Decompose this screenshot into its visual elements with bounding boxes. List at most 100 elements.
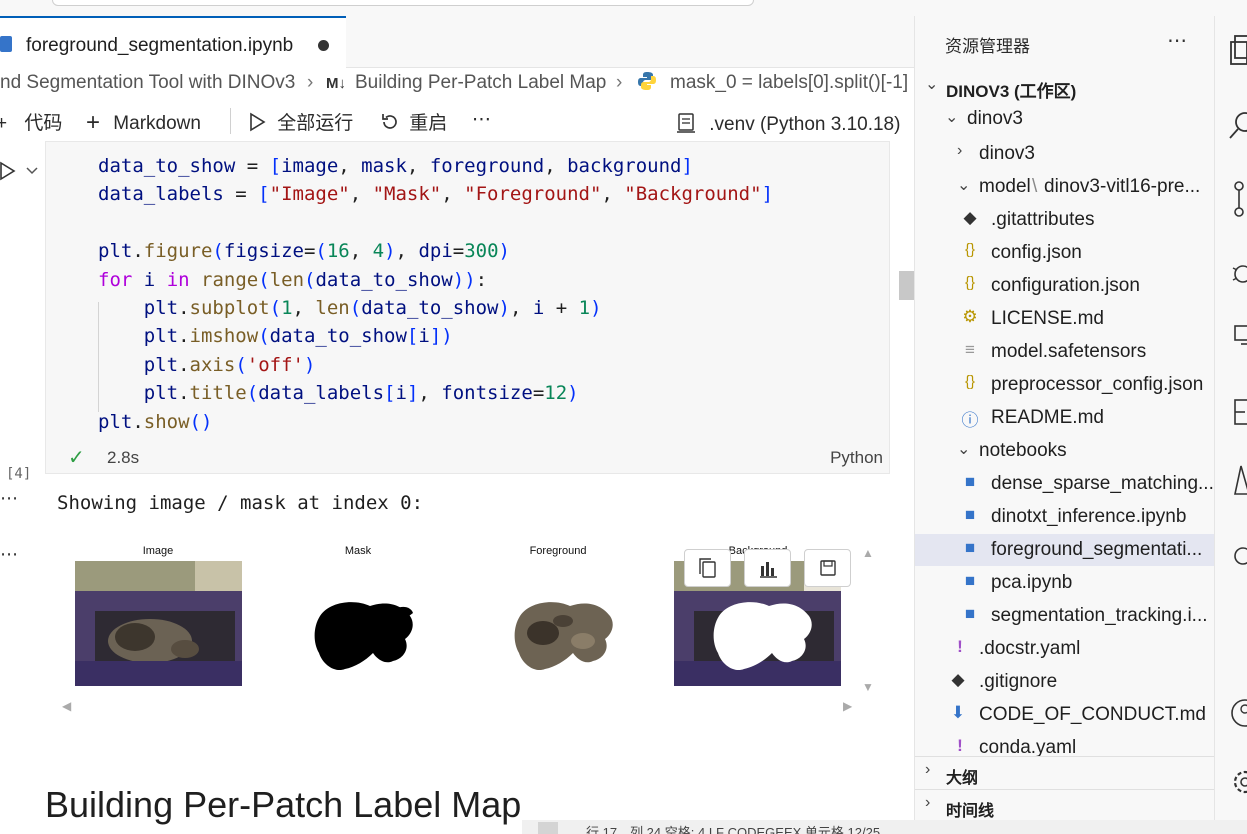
info-icon: ⓘ — [961, 411, 979, 430]
tree-item-file[interactable]: ⓘ README.md — [915, 402, 1214, 434]
cell-language[interactable]: Python — [830, 448, 883, 468]
chevron-down-icon: ⌄ — [957, 441, 971, 458]
output-image-original — [75, 561, 242, 686]
tree-item-label: dinov3 — [967, 108, 1023, 129]
tree-item-file[interactable]: {} preprocessor_config.json — [915, 369, 1214, 401]
tree-item-notebooks[interactable]: ⌄ notebooks — [915, 435, 1214, 467]
search-icon — [1229, 112, 1247, 139]
section-label: 大纲 — [946, 770, 979, 787]
chevron-down-icon: ⌄ — [945, 109, 959, 126]
tree-item-file[interactable]: ! .docstr.yaml — [915, 633, 1214, 665]
status-bar-text[interactable]: 行 17，列 24 空格: 4 LF CODEGEEX 单元格 12/25 — [586, 822, 880, 834]
kernel-icon — [676, 113, 701, 135]
tree-item-file[interactable]: ⬇ CODE_OF_CONDUCT.md — [915, 699, 1214, 731]
explorer-more-button[interactable]: ⋯ — [1167, 28, 1187, 53]
chevron-right-icon: › — [957, 142, 963, 159]
tree-item-dinov3[interactable]: › dinov3 — [915, 138, 1214, 170]
tree-item-label: model — [979, 176, 1031, 197]
tree-item-model[interactable]: ⌄ model \ dinov3-vitl16-pre... — [915, 171, 1214, 203]
title-bar — [0, 0, 1247, 16]
add-markdown-label: Markdown — [113, 113, 201, 134]
copy-icon — [699, 558, 716, 578]
run-all-label: 全部运行 — [277, 113, 354, 134]
save-output-button[interactable] — [804, 549, 851, 587]
settings-gear-icon — [1233, 770, 1247, 794]
output-menu-icon[interactable]: ⋯ — [0, 544, 19, 565]
tree-item-label: pca.ipynb — [991, 572, 1073, 593]
notebook-icon: ■ — [964, 505, 976, 524]
chevron-right-icon: › — [616, 72, 623, 93]
text-file-icon: ≡ — [965, 340, 975, 359]
run-all-icon — [248, 112, 273, 134]
output-actions — [684, 549, 852, 587]
run-all-button[interactable]: 全部运行 — [248, 108, 353, 135]
editor-scrollbar-thumb[interactable] — [899, 271, 914, 300]
tree-item-file[interactable]: ! conda.yaml — [915, 732, 1214, 756]
tree-item-workspace[interactable]: ⌄ DINOV3 (工作区) — [915, 70, 1214, 102]
run-cell-button[interactable] — [0, 161, 38, 181]
kernel-picker[interactable]: .venv (Python 3.10.18) — [676, 108, 900, 136]
scroll-right-icon[interactable]: ▶ — [843, 699, 852, 713]
code-editor[interactable]: data_to_show = [image, mask, foreground,… — [98, 152, 773, 436]
notebook-icon — [0, 36, 12, 52]
tree-item-label: model.safetensors — [991, 341, 1147, 362]
breadcrumb-item-section[interactable]: Building Per-Patch Label Map — [355, 72, 606, 94]
restart-button[interactable]: 重启 — [380, 108, 447, 135]
check-icon: ✓ — [68, 447, 85, 469]
tab-foreground-segmentation[interactable]: foreground_segmentation.ipynb — [0, 16, 346, 69]
tree-item-file-selected[interactable]: ■ foreground_segmentati... — [915, 534, 1214, 566]
tree-item-file[interactable]: ■ segmentation_tracking.i... — [915, 600, 1214, 632]
tree-item-file[interactable]: ◆ .gitattributes — [915, 204, 1214, 236]
tree-item-file[interactable]: {} config.json — [915, 237, 1214, 269]
tree-item-label: conda.yaml — [979, 737, 1077, 756]
tree-item-label: .gitignore — [979, 671, 1058, 692]
chevron-down-icon: ⌄ — [957, 177, 971, 194]
tree-item-label: dinov3 — [979, 143, 1035, 164]
unsaved-dot-icon[interactable] — [318, 40, 329, 51]
tree-item-dinov3-root[interactable]: ⌄ dinov3 — [915, 103, 1214, 135]
notebook-icon: ■ — [964, 604, 976, 623]
copy-output-button[interactable] — [684, 549, 731, 587]
breadcrumb-item-code[interactable]: mask_0 = labels[0].split()[-1] — [670, 72, 908, 94]
tab-bar: foreground_segmentation.ipynb — [0, 16, 914, 69]
scroll-up-icon[interactable]: ▲ — [862, 546, 874, 560]
git-icon: ◆ — [963, 208, 977, 227]
scroll-left-icon[interactable]: ◀ — [62, 699, 71, 713]
editor-area: foreground_segmentation.ipynb nd Segment… — [0, 16, 914, 834]
output-menu-icon[interactable]: ⋯ — [0, 488, 19, 509]
plus-icon: + — [86, 109, 101, 136]
more-actions-button[interactable]: ⋯ — [472, 108, 491, 131]
tree-item-file[interactable]: {} configuration.json — [915, 270, 1214, 302]
breadcrumb-item-heading[interactable]: nd Segmentation Tool with DINOv3 — [0, 72, 295, 94]
scroll-down-icon[interactable]: ▼ — [862, 680, 874, 694]
code-cell[interactable]: data_to_show = [image, mask, foreground,… — [45, 141, 890, 474]
notebook-icon: ■ — [964, 571, 976, 590]
timeline-section-header[interactable]: › 时间线 — [915, 789, 1214, 821]
tree-item-file[interactable]: ◆ .gitignore — [915, 666, 1214, 698]
remote-indicator-icon[interactable] — [538, 822, 558, 834]
command-center[interactable] — [52, 0, 754, 6]
tree-item-label: notebooks — [979, 440, 1067, 461]
json-icon: {} — [964, 241, 976, 258]
add-code-button[interactable]: + 代码 — [0, 108, 62, 135]
tree-item-file[interactable]: ■ dense_sparse_matching.... — [915, 468, 1214, 500]
python-icon — [638, 72, 656, 97]
tree-item-label: .docstr.yaml — [979, 638, 1081, 659]
breadcrumb: nd Segmentation Tool with DINOv3 › M↓ Bu… — [0, 72, 914, 100]
tree-item-file[interactable]: ■ pca.ipynb — [915, 567, 1214, 599]
tree-item-file[interactable]: ■ dinotxt_inference.ipynb — [915, 501, 1214, 533]
tree-item-label: LICENSE.md — [991, 308, 1104, 329]
outline-section-header[interactable]: › 大纲 — [915, 756, 1214, 788]
tree-item-file[interactable]: ≡ model.safetensors — [915, 336, 1214, 368]
open-in-viewer-button[interactable] — [744, 549, 791, 587]
tree-item-file[interactable]: ⚙ LICENSE.md — [915, 303, 1214, 335]
notebook-icon: ■ — [964, 538, 976, 557]
tree-item-label: .gitattributes — [991, 209, 1095, 230]
markdown-heading[interactable]: Building Per-Patch Label Map — [45, 784, 521, 826]
add-markdown-button[interactable]: + Markdown — [86, 108, 201, 136]
explorer-panel: 资源管理器 ⋯ ⌄ DINOV3 (工作区) ⌄ dinov3 › dinov3… — [914, 16, 1214, 834]
tree-item-label: foreground_segmentati... — [991, 539, 1203, 560]
plus-icon: + — [0, 113, 8, 134]
extensions-icon — [1234, 399, 1247, 425]
markdown-icon: M↓ — [326, 75, 346, 92]
